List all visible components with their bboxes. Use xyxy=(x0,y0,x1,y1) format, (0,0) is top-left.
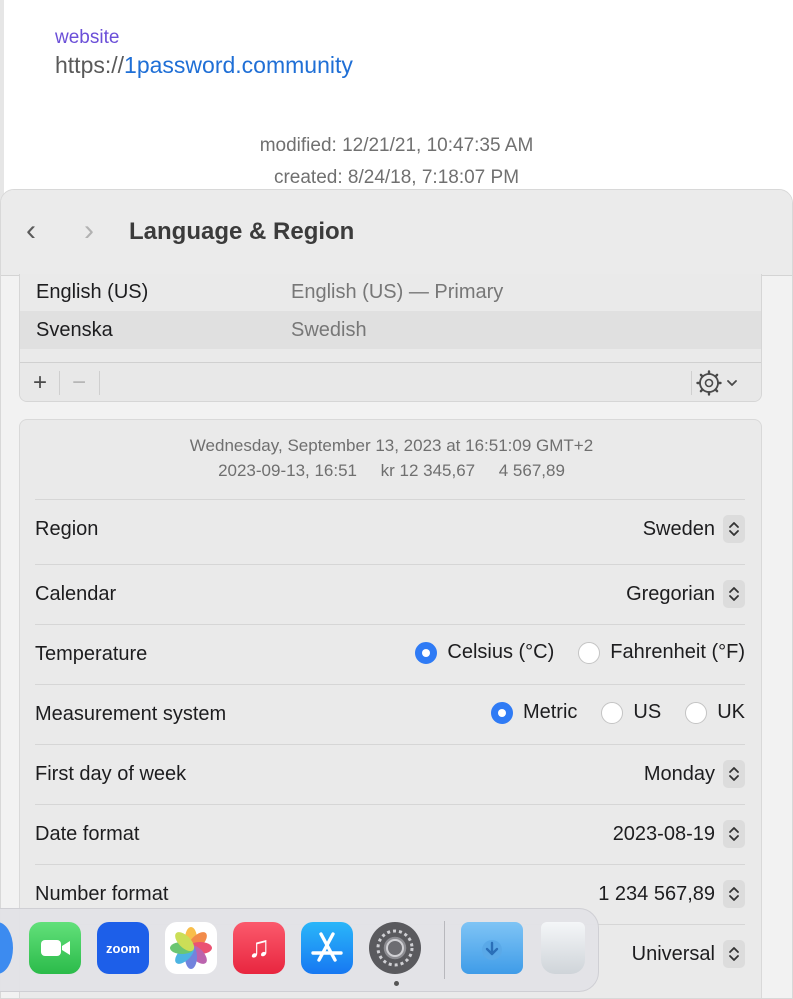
up-down-chevron-icon xyxy=(723,515,745,543)
us-label: US xyxy=(633,701,662,723)
gear-icon xyxy=(696,370,737,396)
language-name: English (US) xyxy=(36,281,149,303)
metric-label: Metric xyxy=(522,701,578,723)
up-down-chevron-icon xyxy=(723,580,745,608)
downloads-folder-icon[interactable] xyxy=(461,922,523,974)
language-row[interactable]: Svenska Swedish xyxy=(20,311,761,349)
modified-timestamp: modified: 12/21/21, 10:47:35 AM xyxy=(259,135,534,156)
fahrenheit-radio[interactable] xyxy=(578,641,601,664)
up-down-chevron-icon xyxy=(723,760,745,788)
first-day-row: First day of week Monday xyxy=(35,744,745,804)
dock-divider xyxy=(444,921,445,979)
date-format-popup[interactable]: 2023-08-19 xyxy=(613,819,745,849)
date-format-label: Date format xyxy=(35,823,140,845)
celsius-label: Celsius (°C) xyxy=(447,641,555,663)
language-description: Swedish xyxy=(291,319,367,341)
running-indicator xyxy=(394,981,399,986)
number-format-label: Number format xyxy=(35,883,169,905)
window-title: Language & Region xyxy=(129,218,355,245)
metric-option[interactable]: Metric xyxy=(490,701,578,724)
up-down-chevron-icon xyxy=(723,880,745,908)
up-down-chevron-icon xyxy=(723,820,745,848)
language-list-toolbar: + − xyxy=(20,362,761,401)
a-glyph-icon xyxy=(311,932,343,962)
us-option[interactable]: US xyxy=(601,701,661,724)
language-row[interactable]: English (US) English (US) — Primary xyxy=(20,274,761,311)
back-button[interactable]: ‹ xyxy=(15,214,47,250)
collation-value: Universal xyxy=(631,942,715,965)
uk-radio[interactable] xyxy=(685,701,708,724)
up-down-chevron-icon xyxy=(723,940,745,968)
website-field-label: website xyxy=(55,27,120,48)
number-format-value: 1 234 567,89 xyxy=(598,882,715,905)
language-region-window: ‹ › Language & Region English (US) Engli… xyxy=(0,189,793,999)
temperature-row: Temperature Celsius (°C) Fahrenheit (°F) xyxy=(35,624,745,684)
trash-icon[interactable] xyxy=(541,922,585,974)
language-name: Svenska xyxy=(36,319,113,341)
measurement-label: Measurement system xyxy=(35,703,227,725)
safari-icon[interactable] xyxy=(0,922,13,974)
forward-button[interactable]: › xyxy=(73,214,105,250)
calendar-popup[interactable]: Gregorian xyxy=(626,579,745,609)
uk-label: UK xyxy=(717,701,745,723)
metric-radio[interactable] xyxy=(490,701,513,724)
uk-option[interactable]: UK xyxy=(685,701,745,724)
first-day-popup[interactable]: Monday xyxy=(644,759,745,789)
remove-language-button[interactable]: − xyxy=(59,367,99,399)
zoom-icon[interactable]: zoom xyxy=(97,922,149,974)
first-day-label: First day of week xyxy=(35,763,187,785)
add-language-button[interactable]: + xyxy=(20,367,60,399)
format-preview-date: Wednesday, September 13, 2023 at 16:51:0… xyxy=(189,436,594,455)
region-value: Sweden xyxy=(642,517,715,540)
collation-popup[interactable]: Universal xyxy=(632,939,745,969)
window-toolbar: ‹ › Language & Region xyxy=(1,190,792,276)
preferred-languages-list: English (US) English (US) — Primary Sven… xyxy=(19,274,762,402)
celsius-option[interactable]: Celsius (°C) xyxy=(415,641,554,664)
music-icon[interactable]: ♫ xyxy=(233,922,285,974)
region-label: Region xyxy=(35,518,99,540)
us-radio[interactable] xyxy=(601,701,624,724)
language-description: English (US) — Primary xyxy=(291,281,504,303)
fahrenheit-option[interactable]: Fahrenheit (°F) xyxy=(578,641,745,664)
video-camera-icon xyxy=(41,940,70,956)
url-prefix: https:// xyxy=(55,52,125,78)
system-settings-icon[interactable] xyxy=(369,922,421,974)
temperature-label: Temperature xyxy=(35,643,148,665)
region-row: Region Sweden xyxy=(35,499,745,559)
app-store-icon[interactable] xyxy=(301,922,353,974)
dock: zoom ♫ xyxy=(0,908,599,992)
gear-icon xyxy=(376,929,414,967)
download-arrow-icon xyxy=(482,940,502,960)
number-format-popup[interactable]: 1 234 567,89 xyxy=(598,879,745,909)
temperature-radio-group: Celsius (°C) Fahrenheit (°F) xyxy=(391,641,745,664)
calendar-value: Gregorian xyxy=(626,582,715,605)
language-options-button[interactable] xyxy=(692,369,748,397)
format-preview-numbers: 2023-09-13, 16:51 kr 12 345,67 4 567,89 xyxy=(218,461,565,480)
website-field-value: https://1password.community xyxy=(55,52,353,79)
calendar-row: Calendar Gregorian xyxy=(35,564,745,624)
created-timestamp: created: 8/24/18, 7:18:07 PM xyxy=(273,167,520,188)
fahrenheit-label: Fahrenheit (°F) xyxy=(610,641,745,663)
divider xyxy=(99,371,100,395)
photos-icon[interactable] xyxy=(165,922,217,974)
facetime-icon[interactable] xyxy=(29,922,81,974)
region-popup[interactable]: Sweden xyxy=(643,514,745,544)
celsius-radio[interactable] xyxy=(415,641,438,664)
first-day-value: Monday xyxy=(643,762,715,785)
website-link[interactable]: 1password.community xyxy=(124,52,353,78)
date-format-value: 2023-08-19 xyxy=(612,822,715,845)
measurement-row: Measurement system Metric US UK xyxy=(35,684,745,744)
measurement-radio-group: Metric US UK xyxy=(467,701,745,724)
chevron-down-icon xyxy=(727,380,737,386)
flower-icon xyxy=(170,927,212,969)
calendar-label: Calendar xyxy=(35,583,117,605)
date-format-row: Date format 2023-08-19 xyxy=(35,804,745,864)
